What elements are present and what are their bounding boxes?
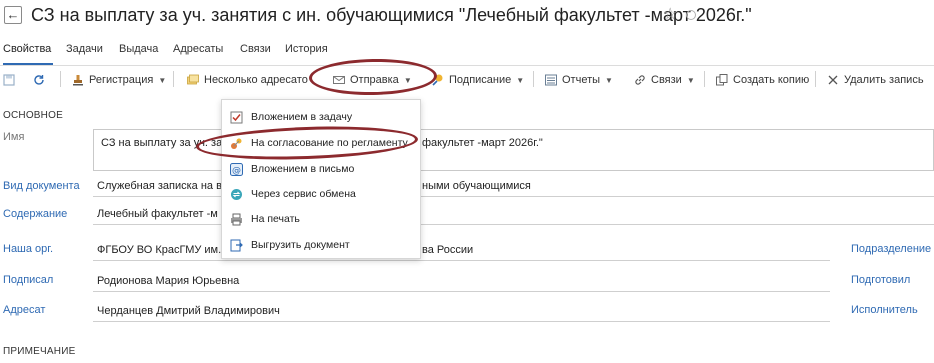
org-value-right: ва России xyxy=(422,244,474,256)
section-note: ПРИМЕЧАНИЕ xyxy=(3,346,76,357)
printer-icon xyxy=(231,213,242,225)
signing-label: Подписание xyxy=(449,74,512,86)
name-field[interactable] xyxy=(93,129,934,171)
registration-button[interactable]: Регистрация ▼ xyxy=(72,72,166,88)
reports-button[interactable]: Отчеты ▼ xyxy=(545,72,613,88)
envelopes-icon xyxy=(187,74,199,85)
doc-type-value-left: Служебная записка на в xyxy=(97,180,222,192)
exchange-service-icon xyxy=(231,188,242,200)
tab-tasks[interactable]: Задачи xyxy=(66,43,103,55)
separator xyxy=(704,71,705,87)
reports-icon xyxy=(545,74,557,86)
export-document-icon xyxy=(230,239,243,251)
prepared-link[interactable]: Подготовил xyxy=(851,274,910,286)
tab-bar: Свойства Задачи Выдача Адресаты Связи Ис… xyxy=(0,38,934,62)
chevron-down-icon: ▼ xyxy=(158,75,167,85)
signed-field-line[interactable] xyxy=(93,291,830,292)
addressee-field-line[interactable] xyxy=(93,321,830,322)
executor-link[interactable]: Исполнитель xyxy=(851,304,918,316)
chevron-down-icon: ▼ xyxy=(516,75,525,85)
name-label: Имя xyxy=(3,131,25,143)
org-label[interactable]: Наша орг. xyxy=(3,243,53,255)
addressee-label[interactable]: Адресат xyxy=(3,304,45,316)
content-label[interactable]: Содержание xyxy=(3,208,67,220)
task-check-icon xyxy=(230,111,243,123)
tab-links[interactable]: Связи xyxy=(240,43,271,55)
separator xyxy=(533,71,534,87)
separator xyxy=(60,71,61,87)
send-dropdown-menu: Вложением в задачу На согласование по ре… xyxy=(221,99,421,259)
menu-item-print[interactable]: На печать xyxy=(222,208,422,230)
menu-item-approval-by-regulation[interactable]: На согласование по регламенту xyxy=(222,132,422,154)
refresh-button[interactable] xyxy=(33,72,50,88)
section-main: ОСНОВНОЕ xyxy=(3,110,63,121)
circle-icon[interactable] xyxy=(686,10,696,20)
multiple-addressees-label: Несколько адресато xyxy=(204,74,308,86)
send-button[interactable]: Отправка ▼ xyxy=(333,72,412,88)
reports-label: Отчеты xyxy=(562,74,601,86)
save-icon xyxy=(3,74,15,86)
links-label: Связи xyxy=(651,74,682,86)
registration-label: Регистрация xyxy=(89,74,154,86)
back-button[interactable]: ← xyxy=(4,6,22,24)
chevron-down-icon: ▼ xyxy=(686,75,695,85)
name-value-right: факультет -март 2026г." xyxy=(422,137,543,149)
signed-label[interactable]: Подписал xyxy=(3,274,53,286)
doc-type-value-right: ными обучающимися xyxy=(422,180,531,192)
toolbar: Регистрация ▼ Несколько адресато Отправка… xyxy=(0,68,934,92)
doc-type-field-line[interactable] xyxy=(93,196,934,197)
menu-item-attach-to-task[interactable]: Вложением в задачу xyxy=(222,106,422,128)
send-label: Отправка xyxy=(350,74,399,86)
link-icon xyxy=(635,75,645,85)
addressee-value: Черданцев Дмитрий Владимирович xyxy=(97,305,280,317)
menu-item-export-document[interactable]: Выгрузить документ xyxy=(222,234,422,256)
menu-item-exchange-service[interactable]: Через сервис обмена xyxy=(222,183,422,205)
mail-at-icon: @ xyxy=(230,162,243,176)
page-title: СЗ на выплату за уч. занятия с ин. обуча… xyxy=(31,5,752,25)
title-bar: ← СЗ на выплату за уч. занятия с ин. обу… xyxy=(0,0,934,34)
tab-properties[interactable]: Свойства xyxy=(3,43,51,55)
org-value-left: ФГБОУ ВО КрасГМУ им. xyxy=(97,244,222,256)
name-value-left: СЗ на выплату за уч. за xyxy=(101,137,223,149)
separator xyxy=(173,71,174,87)
save-button[interactable] xyxy=(3,72,20,88)
divider xyxy=(0,65,934,66)
star-icon[interactable]: ☆ xyxy=(663,4,677,24)
chevron-down-icon: ▼ xyxy=(403,75,412,85)
department-link[interactable]: Подразделение xyxy=(851,243,931,255)
delete-button[interactable]: Удалить запись xyxy=(827,72,924,88)
signing-icon xyxy=(432,74,443,86)
chevron-down-icon: ▼ xyxy=(605,75,613,85)
send-envelope-icon xyxy=(333,76,345,84)
multiple-addressees-button[interactable]: Несколько адресато xyxy=(187,72,308,88)
links-button[interactable]: Связи ▼ xyxy=(634,72,695,88)
create-copy-label: Создать копию xyxy=(733,74,810,86)
tab-issue[interactable]: Выдача xyxy=(119,43,158,55)
content-value: Лечебный факультет -м xyxy=(97,208,218,220)
org-field-line[interactable] xyxy=(93,260,830,261)
tab-addressees[interactable]: Адресаты xyxy=(173,43,223,55)
signed-value: Родионова Мария Юрьевна xyxy=(97,275,240,287)
svg-text:@: @ xyxy=(232,166,241,176)
close-icon xyxy=(828,75,838,85)
menu-item-attach-to-mail[interactable]: @ Вложением в письмо xyxy=(222,158,422,180)
refresh-icon xyxy=(34,75,44,85)
create-copy-button[interactable]: Создать копию xyxy=(716,72,809,88)
doc-type-label[interactable]: Вид документа xyxy=(3,180,80,192)
copy-icon xyxy=(716,74,728,86)
separator xyxy=(815,71,816,87)
stamp-icon xyxy=(73,75,83,86)
content-field-line[interactable] xyxy=(93,224,934,225)
delete-label: Удалить запись xyxy=(844,74,924,86)
arrow-left-icon: ← xyxy=(6,7,20,22)
signing-button[interactable]: Подписание ▼ xyxy=(432,72,524,88)
tab-history[interactable]: История xyxy=(285,43,328,55)
approval-route-icon xyxy=(231,138,242,149)
